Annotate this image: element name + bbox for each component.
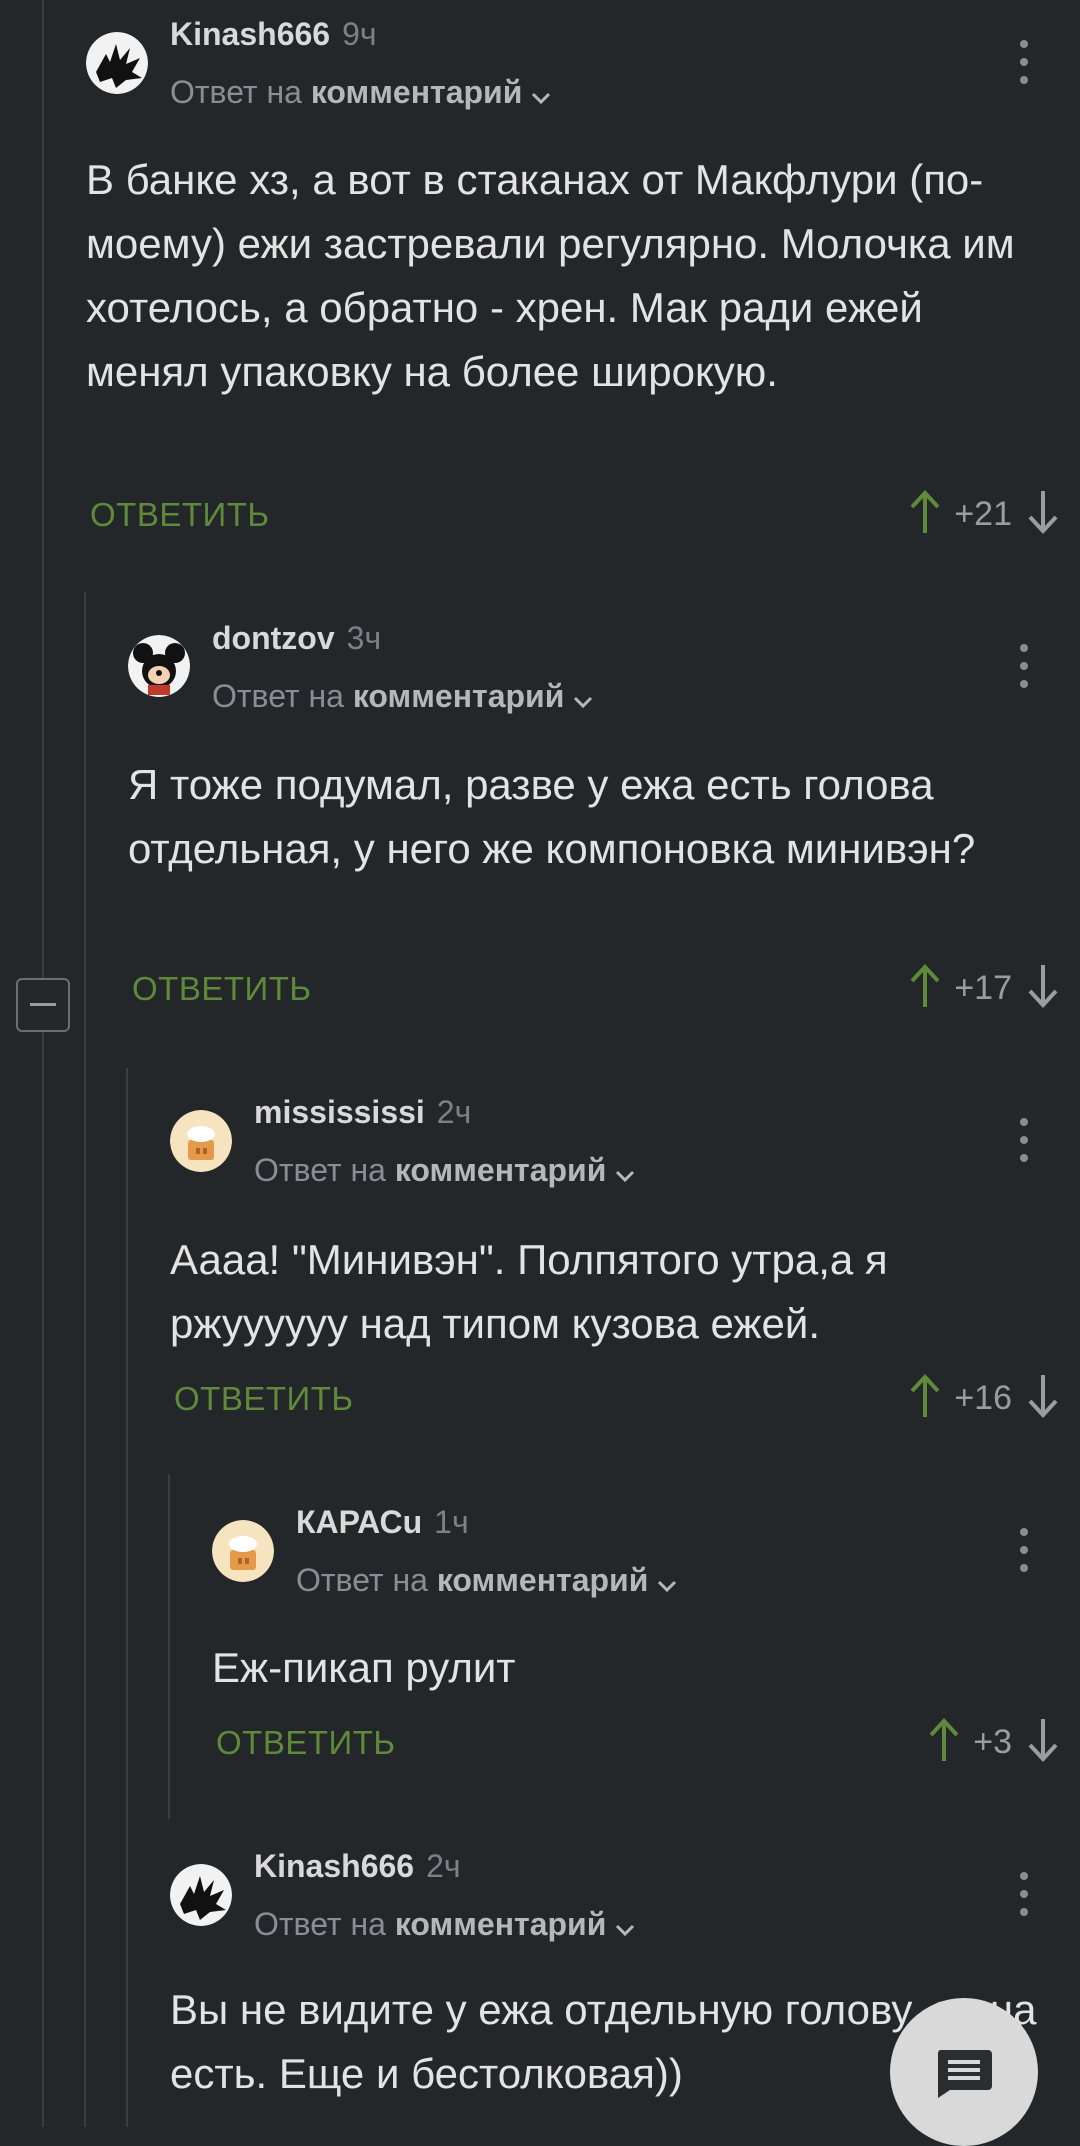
thread-line — [126, 1068, 128, 2127]
reply-to-link[interactable]: Ответ на комментарий — [254, 1152, 636, 1191]
arrow-down-icon[interactable] — [1026, 1717, 1060, 1768]
comment-author[interactable]: Kinash666 2ч — [254, 1848, 461, 1885]
vote-controls: +21 — [908, 484, 1060, 544]
arrow-up-icon[interactable] — [908, 1373, 942, 1424]
vote-score: +21 — [954, 494, 1012, 533]
avatar[interactable] — [170, 1864, 232, 1926]
reply-to-link[interactable]: Ответ на комментарий — [212, 678, 594, 717]
avatar[interactable] — [86, 32, 148, 94]
chevron-down-icon — [614, 1908, 636, 1945]
avatar[interactable] — [170, 1110, 232, 1172]
comment-text: Я тоже подумал, разве у ежа есть голова … — [128, 761, 976, 872]
comment-time: 3ч — [346, 620, 382, 656]
comment-text: В банке хз, а вот в стаканах от Макфлури… — [86, 156, 1015, 395]
comment-author[interactable]: dontzov 3ч — [212, 620, 381, 657]
vote-score: +3 — [973, 1722, 1012, 1761]
comment-time: 1ч — [434, 1504, 469, 1540]
comment-time: 2ч — [436, 1094, 472, 1130]
comment-icon — [934, 2046, 994, 2105]
comment-text: Аааа! "Минивэн". Полпятого утра,а я ржуу… — [170, 1236, 888, 1347]
arrow-down-icon[interactable] — [1026, 963, 1060, 1014]
arrow-up-icon[interactable] — [908, 489, 942, 540]
comment-author[interactable]: missississi 2ч — [254, 1094, 471, 1131]
avatar[interactable] — [128, 635, 190, 697]
reply-to-link[interactable]: Ответ на комментарий — [254, 1906, 636, 1945]
thread-line — [168, 1474, 170, 1819]
chevron-down-icon — [572, 680, 594, 717]
chevron-down-icon — [614, 1154, 636, 1191]
arrow-down-icon[interactable] — [1026, 489, 1060, 540]
more-options-icon[interactable] — [1004, 636, 1044, 696]
more-options-icon[interactable] — [1004, 1520, 1044, 1580]
chevron-down-icon — [656, 1564, 678, 1601]
write-comment-button[interactable] — [890, 1998, 1038, 2146]
comment-author[interactable]: Kinash666 9ч — [170, 16, 377, 53]
vote-score: +16 — [954, 1378, 1012, 1417]
reply-button[interactable]: ОТВЕТИТЬ — [174, 1380, 354, 1418]
vote-controls: +16 — [908, 1368, 1060, 1428]
chevron-down-icon — [530, 76, 552, 113]
vote-score: +17 — [954, 968, 1012, 1007]
arrow-up-icon[interactable] — [908, 963, 942, 1014]
arrow-up-icon[interactable] — [927, 1717, 961, 1768]
reply-to-link[interactable]: Ответ на комментарий — [296, 1562, 678, 1601]
reply-button[interactable]: ОТВЕТИТЬ — [216, 1724, 396, 1762]
comment-author[interactable]: КАРАСu 1ч — [296, 1504, 469, 1541]
more-options-icon[interactable] — [1004, 1110, 1044, 1170]
vote-controls: +17 — [908, 958, 1060, 1018]
reply-to-link[interactable]: Ответ на комментарий — [170, 74, 552, 113]
reply-button[interactable]: ОТВЕТИТЬ — [132, 970, 312, 1008]
comment-text: Еж-пикап рулит — [212, 1644, 516, 1691]
arrow-down-icon[interactable] — [1026, 1373, 1060, 1424]
thread-line — [84, 592, 86, 2127]
reply-button[interactable]: ОТВЕТИТЬ — [90, 496, 270, 534]
comment-time: 9ч — [342, 16, 377, 52]
comment-time: 2ч — [426, 1848, 461, 1884]
collapse-thread-button[interactable] — [16, 978, 70, 1032]
avatar[interactable] — [212, 1520, 274, 1582]
more-options-icon[interactable] — [1004, 32, 1044, 92]
vote-controls: +3 — [927, 1712, 1060, 1772]
more-options-icon[interactable] — [1004, 1864, 1044, 1924]
thread-line — [42, 0, 44, 2127]
